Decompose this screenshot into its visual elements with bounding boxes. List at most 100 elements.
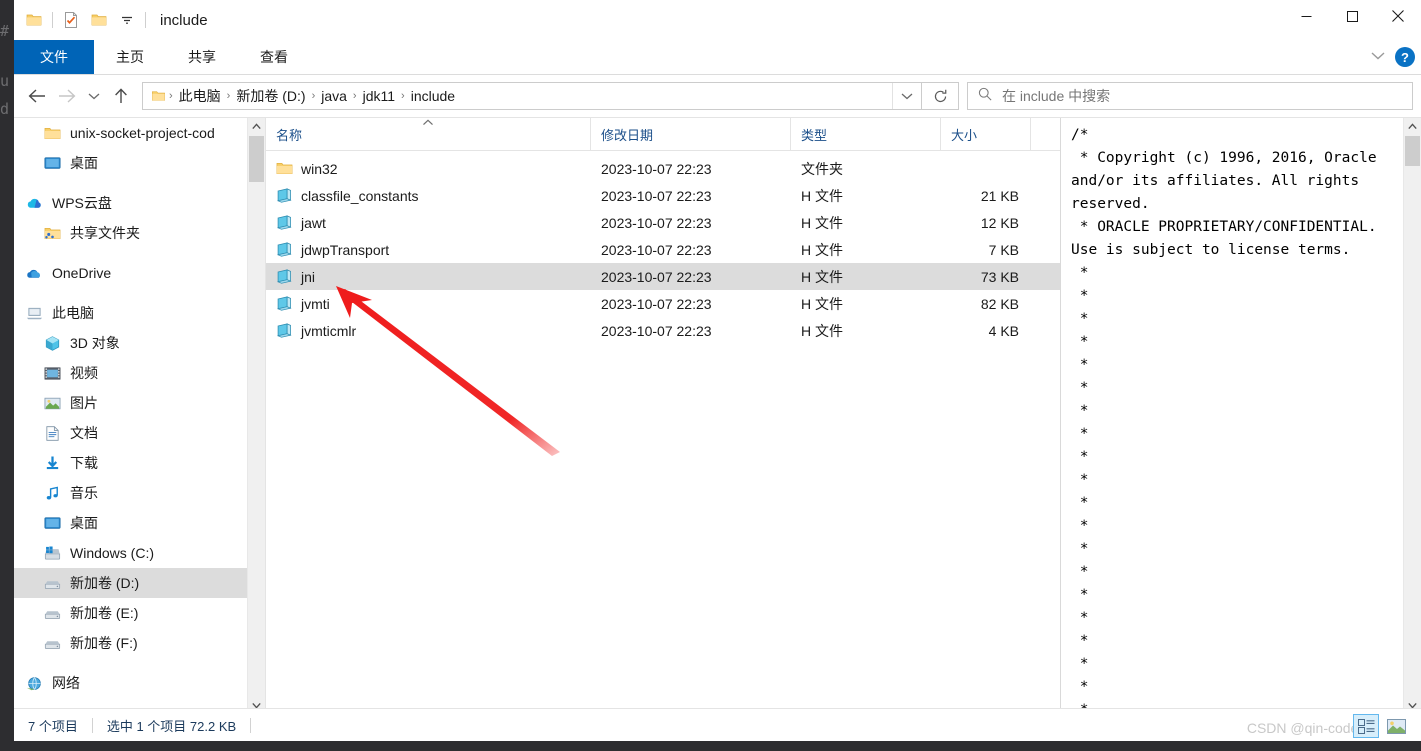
music-icon <box>42 485 62 502</box>
title-bar: include <box>14 0 1421 40</box>
recent-locations-button[interactable] <box>82 81 106 111</box>
network-icon <box>24 675 44 692</box>
preview-scroll-up-icon[interactable] <box>1404 118 1421 135</box>
sidebar-item-19[interactable]: 新加卷 (F:) <box>14 628 248 658</box>
wps-cloud-icon <box>24 195 44 212</box>
table-row[interactable]: classfile_constants 2023-10-07 22:23 H 文件 2… <box>266 182 1060 209</box>
sidebar-item-label: 网络 <box>52 675 80 691</box>
column-header-date[interactable]: 修改日期 <box>591 118 791 150</box>
refresh-button[interactable] <box>922 82 959 110</box>
qat-separator-2 <box>145 12 146 28</box>
tab-view[interactable]: 查看 <box>238 40 310 74</box>
search-input[interactable]: 在 include 中搜索 <box>967 82 1413 110</box>
file-rows: win32 2023-10-07 22:23 文件夹 classfile_consta… <box>266 151 1060 344</box>
folder-icon[interactable] <box>20 6 48 34</box>
file-name-label: jni <box>301 268 316 285</box>
sidebar-item-15[interactable]: 桌面 <box>14 508 248 538</box>
column-header-size[interactable]: 大小 <box>941 118 1031 150</box>
sidebar-item-0[interactable]: unix-socket-project-cod <box>14 118 248 148</box>
details-view-button[interactable] <box>1353 714 1379 738</box>
sidebar-item-label: 下载 <box>70 455 98 471</box>
sidebar-item-4[interactable]: 共享文件夹 <box>14 218 248 248</box>
sidebar-scrollbar[interactable] <box>247 118 265 714</box>
file-name-cell: classfile_constants <box>266 187 591 204</box>
table-row[interactable]: jvmti 2023-10-07 22:23 H 文件 82 KB <box>266 290 1060 317</box>
desktop-icon <box>42 155 62 172</box>
breadcrumb-item-this-pc[interactable]: 此电脑 <box>174 86 226 106</box>
breadcrumb-item-include[interactable]: include <box>406 88 460 104</box>
background-text-3: d <box>0 100 10 118</box>
h-file-icon <box>276 241 293 258</box>
table-row[interactable]: jawt 2023-10-07 22:23 H 文件 12 KB <box>266 209 1060 236</box>
sidebar-item-13[interactable]: 下载 <box>14 448 248 478</box>
large-icons-view-button[interactable] <box>1383 714 1409 738</box>
breadcrumb-item-drive-d[interactable]: 新加卷 (D:) <box>231 86 310 106</box>
properties-icon[interactable] <box>57 6 85 34</box>
table-row[interactable]: jvmticmlr 2023-10-07 22:23 H 文件 4 KB <box>266 317 1060 344</box>
file-size-cell: 12 KB <box>980 214 1019 231</box>
sidebar-item-9[interactable]: 3D 对象 <box>14 328 248 358</box>
3d-objects-icon <box>42 335 62 352</box>
new-folder-icon[interactable] <box>85 6 113 34</box>
sidebar-item-label: unix-socket-project-cod <box>70 125 215 141</box>
ribbon-tab-strip: 文件 主页 共享 查看 ? <box>14 40 1421 75</box>
tab-file[interactable]: 文件 <box>14 40 94 74</box>
file-name-cell: jdwpTransport <box>266 241 591 258</box>
table-row[interactable]: jdwpTransport 2023-10-07 22:23 H 文件 7 KB <box>266 236 1060 263</box>
sidebar-item-6[interactable]: OneDrive <box>14 258 248 288</box>
breadcrumb-folder-icon <box>149 89 168 103</box>
column-header-name[interactable]: 名称 <box>266 118 591 150</box>
tab-home[interactable]: 主页 <box>94 40 166 74</box>
address-dropdown-icon[interactable] <box>892 83 921 109</box>
sidebar-item-label: 此电脑 <box>52 305 94 321</box>
drive-icon <box>42 635 62 652</box>
file-name-cell: jni <box>266 268 591 285</box>
maximize-button[interactable] <box>1329 0 1375 32</box>
sidebar-item-14[interactable]: 音乐 <box>14 478 248 508</box>
back-button[interactable] <box>22 81 52 111</box>
chevron-down-icon[interactable] <box>1371 48 1385 66</box>
sidebar-scroll-thumb[interactable] <box>249 136 264 182</box>
onedrive-icon <box>24 265 44 282</box>
sidebar-item-1[interactable]: 桌面 <box>14 148 248 178</box>
column-header-type[interactable]: 类型 <box>791 118 941 150</box>
sidebar-item-10[interactable]: 视频 <box>14 358 248 388</box>
sidebar-item-16[interactable]: Windows (C:) <box>14 538 248 568</box>
breadcrumb-item-java[interactable]: java <box>316 88 352 104</box>
sidebar-item-11[interactable]: 图片 <box>14 388 248 418</box>
minimize-button[interactable] <box>1283 0 1329 32</box>
window-controls <box>1283 0 1421 32</box>
sidebar-item-label: 视频 <box>70 365 98 381</box>
help-button[interactable]: ? <box>1395 47 1415 67</box>
file-name-label: classfile_constants <box>301 187 419 204</box>
table-row[interactable]: win32 2023-10-07 22:23 文件夹 <box>266 155 1060 182</box>
sidebar-item-17[interactable]: 新加卷 (D:) <box>14 568 248 598</box>
customize-qat-icon[interactable] <box>113 6 141 34</box>
sidebar-item-3[interactable]: WPS云盘 <box>14 188 248 218</box>
table-row[interactable]: jni 2023-10-07 22:23 H 文件 73 KB <box>266 263 1060 290</box>
tab-share[interactable]: 共享 <box>166 40 238 74</box>
quick-access-toolbar <box>14 0 150 40</box>
up-button[interactable] <box>106 81 136 111</box>
sidebar-item-12[interactable]: 文档 <box>14 418 248 448</box>
sidebar-item-21[interactable]: 网络 <box>14 668 248 698</box>
close-button[interactable] <box>1375 0 1421 32</box>
qat-separator <box>52 12 53 28</box>
h-file-icon <box>276 214 293 231</box>
sidebar-item-label: 共享文件夹 <box>70 225 140 241</box>
desktop-icon <box>42 515 62 532</box>
sidebar-item-label: Windows (C:) <box>70 545 155 561</box>
file-date-cell: 2023-10-07 22:23 <box>601 187 712 204</box>
sidebar-scroll-up-icon[interactable] <box>248 118 265 135</box>
preview-scroll-thumb[interactable] <box>1405 136 1420 166</box>
breadcrumb-item-jdk11[interactable]: jdk11 <box>358 88 400 104</box>
file-type-cell: H 文件 <box>801 322 843 339</box>
sidebar-item-8[interactable]: 此电脑 <box>14 298 248 328</box>
forward-button[interactable] <box>52 81 82 111</box>
file-date-cell: 2023-10-07 22:23 <box>601 268 712 285</box>
preview-scrollbar[interactable] <box>1403 118 1421 714</box>
address-bar[interactable]: › 此电脑 › 新加卷 (D:) › java › jdk11 › includ… <box>142 82 922 110</box>
windows-drive-icon <box>42 545 62 562</box>
sidebar-item-18[interactable]: 新加卷 (E:) <box>14 598 248 628</box>
